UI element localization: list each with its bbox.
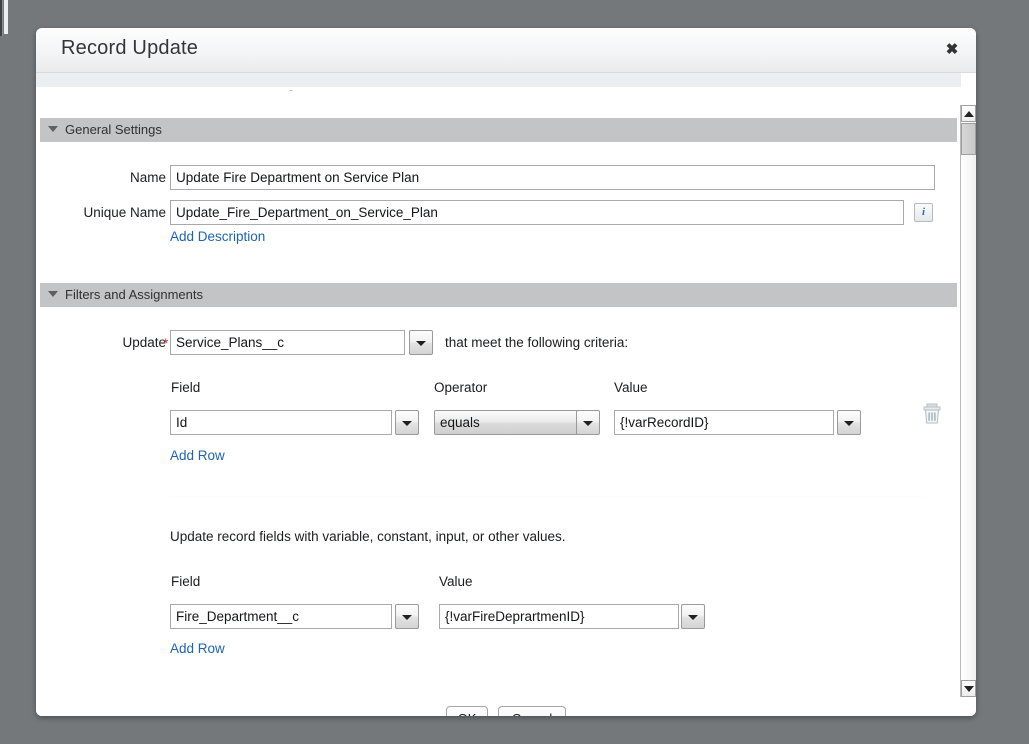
info-icon[interactable]: i <box>914 203 933 222</box>
delete-row-trash-icon[interactable] <box>922 403 942 430</box>
assignment-value-dropdown-arrow-icon[interactable] <box>681 604 705 629</box>
section-header-general-settings[interactable]: General Settings <box>40 118 957 142</box>
vertical-scrollbar[interactable] <box>960 105 976 697</box>
clipped-ghost-text: . - . <box>231 88 380 91</box>
criteria-operator-dropdown-arrow-icon[interactable] <box>576 410 600 435</box>
chevron-down-icon <box>48 126 58 132</box>
add-description-link[interactable]: Add Description <box>170 229 265 244</box>
criteria-value-dropdown-arrow-icon[interactable] <box>837 410 861 435</box>
scrollbar-thumb[interactable] <box>961 123 976 155</box>
criteria-operator-select[interactable] <box>434 410 597 435</box>
section-header-filters-assignments[interactable]: Filters and Assignments <box>40 283 957 307</box>
window-edge-strip <box>0 0 3 36</box>
cancel-button[interactable]: Cancel <box>498 706 566 716</box>
scroll-up-arrow-icon[interactable] <box>961 105 976 122</box>
update-object-input[interactable] <box>170 330 405 355</box>
criteria-column-value: Value <box>614 380 648 395</box>
update-label: Update <box>94 335 166 350</box>
ok-button[interactable]: OK <box>446 706 488 716</box>
assignment-column-field: Field <box>171 574 200 589</box>
dialog-header: Record Update ✖ <box>36 28 976 73</box>
unique-name-label: Unique Name <box>62 205 166 220</box>
scroll-down-arrow-icon[interactable] <box>961 680 976 697</box>
assignment-field-dropdown-arrow-icon[interactable] <box>395 604 419 629</box>
assignments-description: Update record fields with variable, cons… <box>170 529 565 544</box>
criteria-field-dropdown-arrow-icon[interactable] <box>395 410 419 435</box>
assignment-add-row-link[interactable]: Add Row <box>170 641 225 656</box>
assignment-column-value: Value <box>439 574 473 589</box>
unique-name-input[interactable] <box>170 200 904 225</box>
assignment-field-input[interactable] <box>170 604 392 629</box>
window-edge-highlight <box>4 0 8 34</box>
section-header-general-settings-label: General Settings <box>65 122 162 137</box>
update-object-dropdown-arrow-icon[interactable] <box>409 330 433 355</box>
close-icon[interactable]: ✖ <box>942 40 962 60</box>
criteria-column-field: Field <box>171 380 200 395</box>
criteria-field-input[interactable] <box>170 410 392 435</box>
section-header-filters-assignments-label: Filters and Assignments <box>65 287 203 302</box>
update-required-marker: * <box>163 335 168 351</box>
criteria-description: that meet the following criteria: <box>445 335 628 350</box>
criteria-value-input[interactable] <box>614 410 834 435</box>
clipped-top-row <box>36 73 961 88</box>
assignment-value-input[interactable] <box>439 604 679 629</box>
criteria-column-operator: Operator <box>434 380 487 395</box>
record-update-dialog: Record Update ✖ . - . General Settings N… <box>36 28 976 716</box>
name-label: Name <box>91 170 166 185</box>
page-title: Record Update <box>61 37 198 60</box>
chevron-down-icon <box>48 291 58 297</box>
criteria-add-row-link[interactable]: Add Row <box>170 448 225 463</box>
info-icon-glyph: i <box>915 204 932 221</box>
dialog-body: . - . General Settings Name * Unique Nam… <box>36 73 976 716</box>
name-input[interactable] <box>170 165 935 190</box>
dialog-scroll-area: . - . General Settings Name * Unique Nam… <box>36 73 961 673</box>
section-divider <box>170 496 924 497</box>
